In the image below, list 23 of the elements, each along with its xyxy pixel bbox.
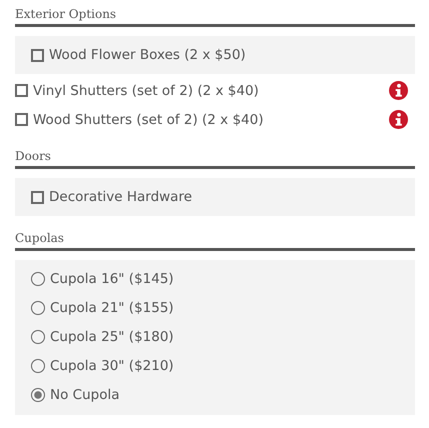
info-icon[interactable] bbox=[389, 110, 408, 129]
checkbox[interactable] bbox=[31, 48, 44, 62]
option-label[interactable]: Cupola 30" ($210) bbox=[50, 358, 174, 374]
checkbox[interactable] bbox=[31, 190, 44, 204]
option-label[interactable]: Vinyl Shutters (set of 2) (2 x $40) bbox=[33, 82, 259, 98]
option-label[interactable]: Decorative Hardware bbox=[49, 189, 192, 205]
radio-button[interactable] bbox=[31, 358, 45, 372]
checkbox[interactable] bbox=[15, 84, 28, 97]
option-label[interactable]: No Cupola bbox=[50, 386, 120, 402]
radio-button[interactable] bbox=[31, 330, 45, 344]
option-label[interactable]: Wood Shutters (set of 2) (2 x $40) bbox=[33, 112, 264, 128]
section-title: Doors bbox=[15, 148, 52, 164]
option-label[interactable]: Wood Flower Boxes (2 x $50) bbox=[49, 47, 246, 63]
radio-button[interactable] bbox=[31, 300, 45, 314]
info-icon[interactable] bbox=[389, 81, 408, 100]
option-label[interactable]: Cupola 16" ($145) bbox=[50, 270, 174, 286]
radio-button[interactable] bbox=[31, 272, 45, 286]
section-title: Cupolas bbox=[15, 230, 65, 246]
checkbox[interactable] bbox=[15, 113, 28, 126]
option-label[interactable]: Cupola 25" ($180) bbox=[50, 328, 174, 344]
radio-button[interactable] bbox=[31, 388, 45, 402]
section-title: Exterior Options bbox=[15, 6, 118, 22]
option-label[interactable]: Cupola 21" ($155) bbox=[50, 300, 174, 316]
